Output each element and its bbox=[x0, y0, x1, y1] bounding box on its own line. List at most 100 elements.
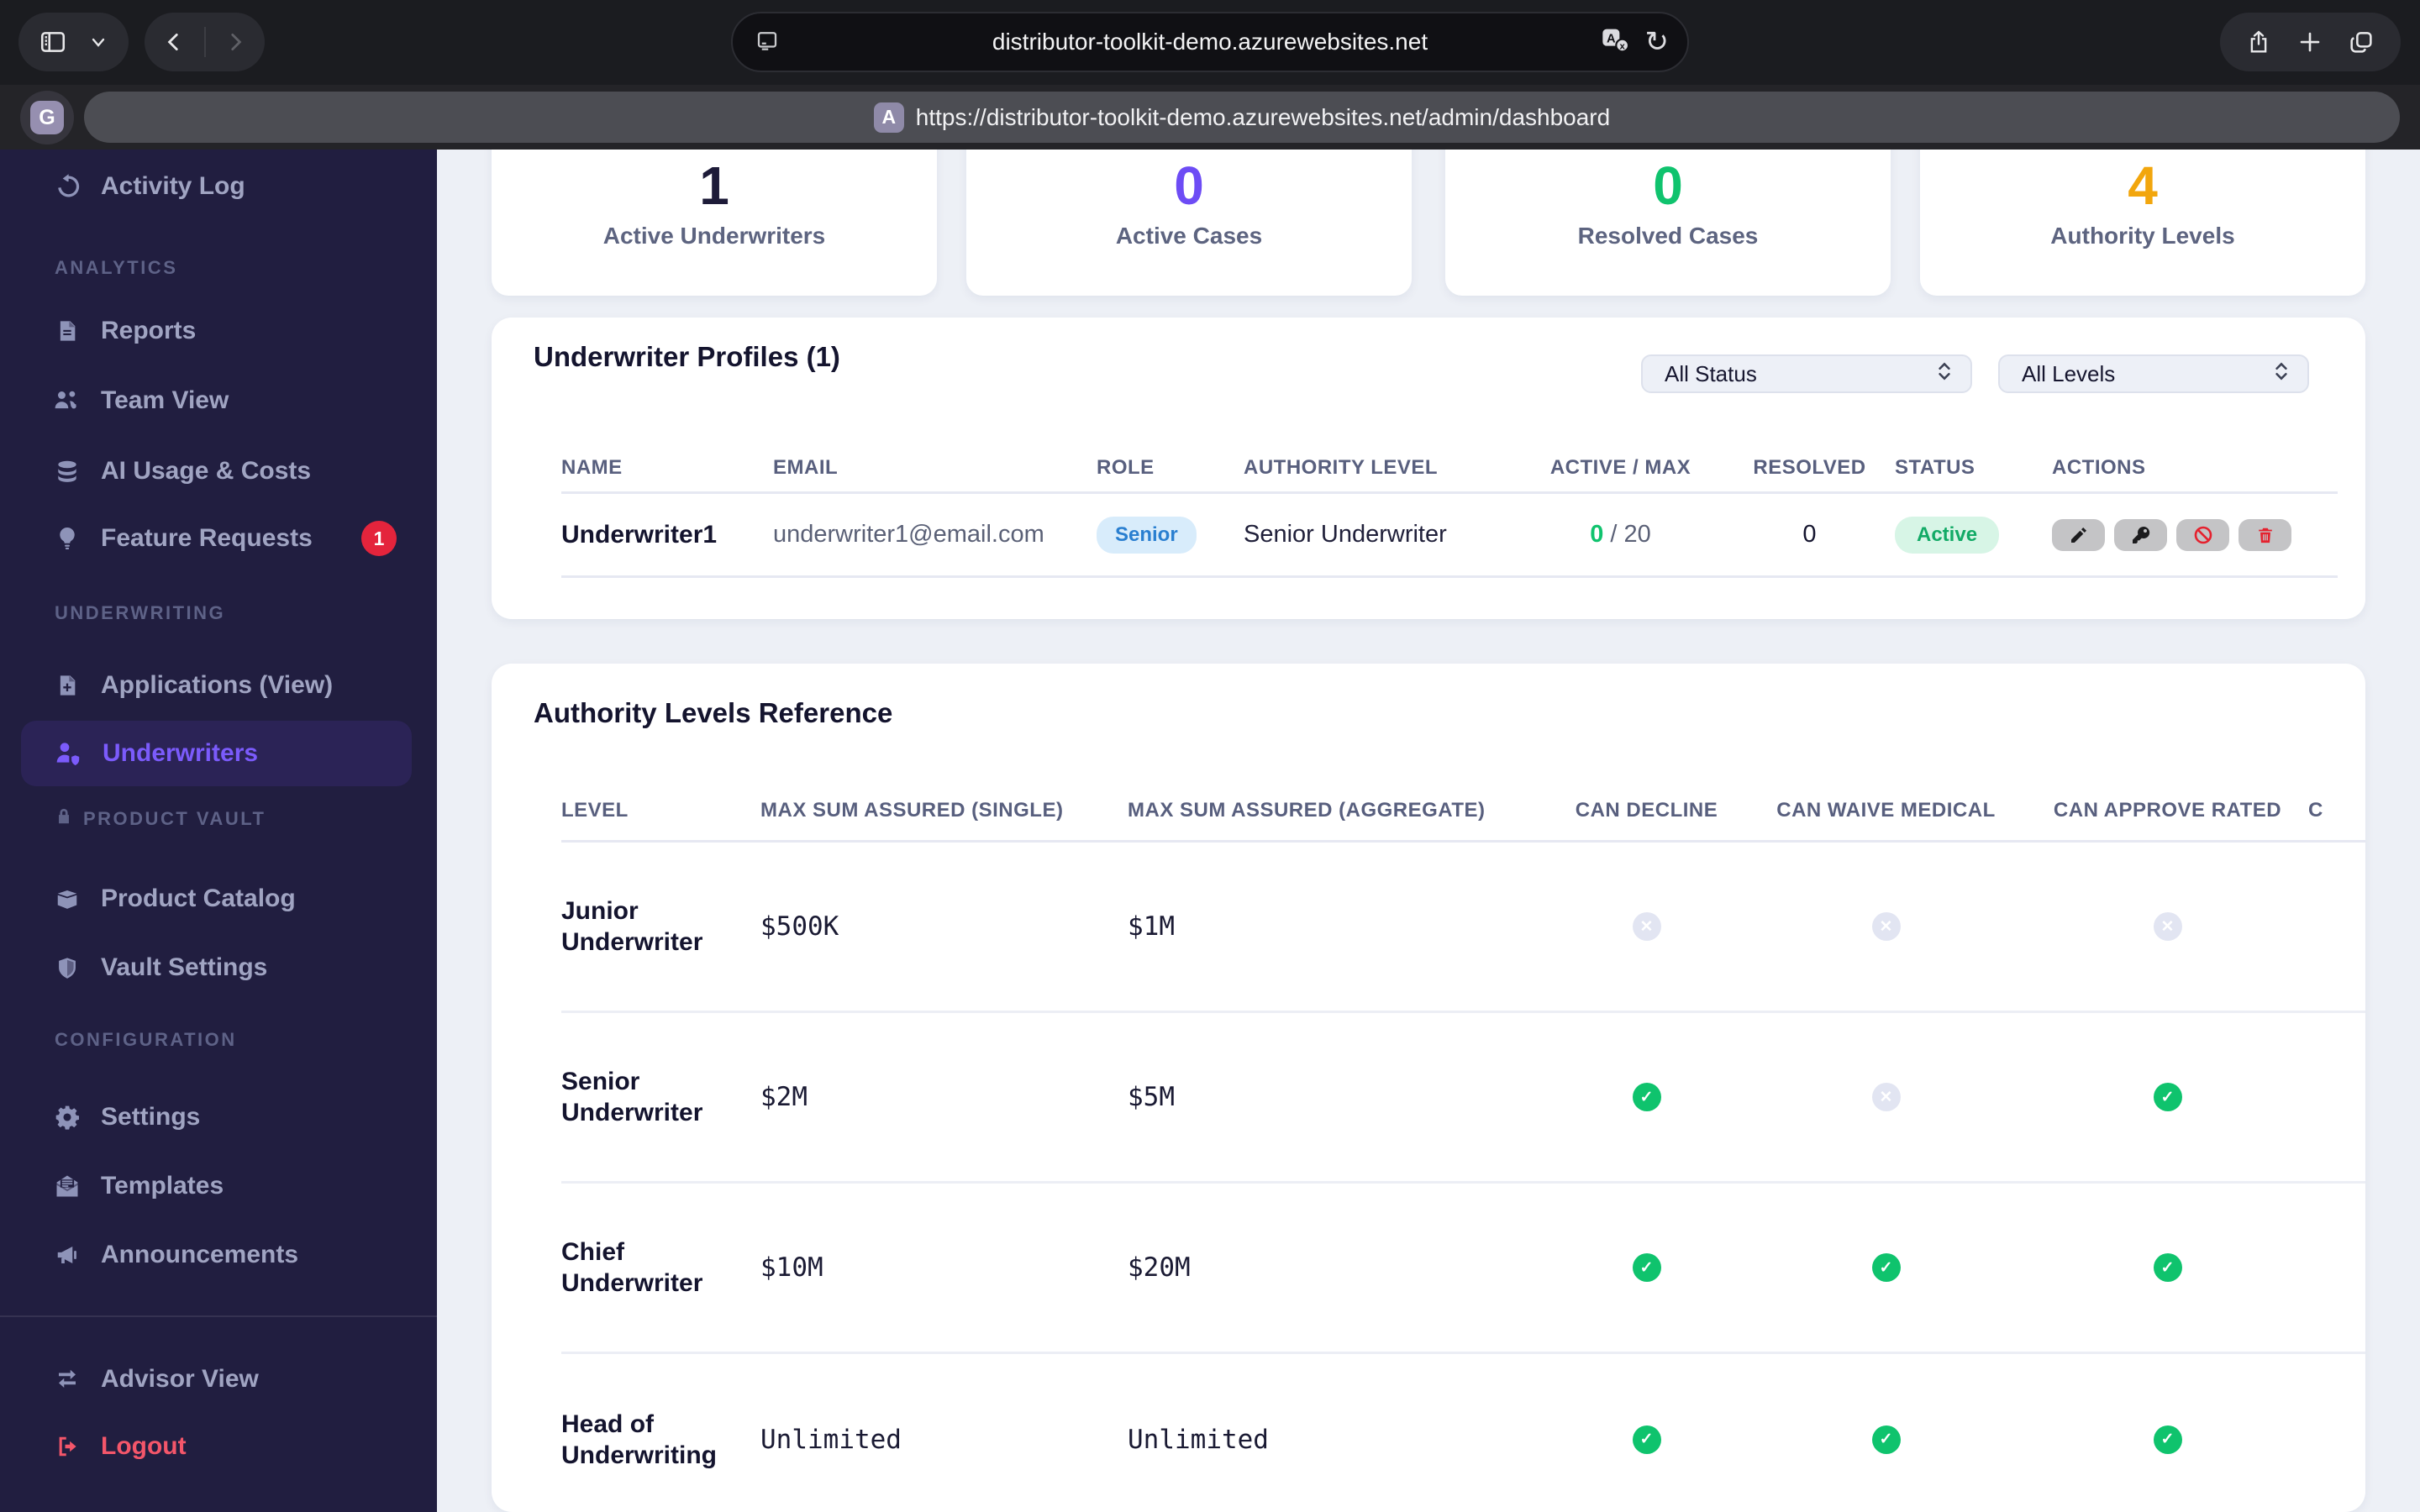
sidebar-heading-configuration: CONFIGURATION bbox=[55, 1029, 237, 1050]
can-approve-rated-indicator: ✓ bbox=[2153, 1253, 2182, 1282]
tab-overview-icon[interactable] bbox=[2348, 29, 2375, 55]
profile-badge[interactable]: G bbox=[20, 91, 74, 144]
can-waive-medical-indicator: ✓ bbox=[1871, 1253, 1901, 1282]
sidebar-item-advisor-view[interactable]: Advisor View bbox=[0, 1354, 437, 1404]
col-authority-level: AUTHORITY LEVEL bbox=[1244, 455, 1439, 479]
max-aggregate-value: $1M bbox=[1128, 911, 1175, 942]
table-row: Chief Underwriter $10M $20M ✓ ✓ ✓ bbox=[561, 1184, 2365, 1354]
address-url: https://distributor-toolkit-demo.azurewe… bbox=[915, 103, 1611, 130]
sidebar-toggle-icon[interactable] bbox=[39, 28, 67, 56]
sidebar-item-product-catalog[interactable]: Product Catalog bbox=[0, 874, 437, 924]
table-row: Head of Underwriting Unlimited Unlimited… bbox=[561, 1354, 2365, 1512]
underwriter-profiles-panel: Underwriter Profiles (1) All Status All … bbox=[492, 318, 2365, 619]
address-bar-row: G A https://distributor-toolkit-demo.azu… bbox=[0, 85, 2420, 150]
col-can-approve-rated: CAN APPROVE RATED bbox=[2053, 799, 2282, 822]
stat-label: Active Cases bbox=[1115, 223, 1263, 249]
col-can-decline: CAN DECLINE bbox=[1575, 799, 1718, 822]
max-single-value: Unlimited bbox=[760, 1424, 902, 1455]
document-icon bbox=[52, 318, 82, 344]
ban-icon bbox=[2194, 526, 2212, 543]
stat-label: Resolved Cases bbox=[1577, 223, 1759, 249]
stat-label: Authority Levels bbox=[2050, 223, 2235, 249]
file-plus-icon bbox=[52, 672, 82, 699]
team-icon bbox=[52, 387, 82, 414]
suspend-button[interactable] bbox=[2176, 518, 2229, 551]
authority-levels-table: LEVEL MAX SUM ASSURED (SINGLE) MAX SUM A… bbox=[561, 781, 2365, 1512]
coins-icon bbox=[52, 458, 82, 485]
col-max-aggregate: MAX SUM ASSURED (AGGREGATE) bbox=[1128, 799, 1486, 822]
col-email: EMAIL bbox=[773, 455, 839, 479]
new-tab-icon[interactable] bbox=[2297, 29, 2323, 55]
window-actions-group bbox=[2220, 13, 2401, 71]
sidebar-item-templates[interactable]: Templates bbox=[0, 1161, 437, 1211]
active-max-value: 0 / 20 bbox=[1590, 521, 1651, 548]
col-truncated: C bbox=[2308, 799, 2323, 822]
profile-badge-letter: G bbox=[30, 101, 64, 134]
authority-levels-panel: Authority Levels Reference LEVEL MAX SUM… bbox=[492, 664, 2365, 1512]
back-icon[interactable] bbox=[163, 29, 185, 55]
col-role: ROLE bbox=[1097, 455, 1155, 479]
can-decline-indicator: ✕ bbox=[1632, 912, 1661, 941]
sidebar-item-applications[interactable]: Applications (View) bbox=[0, 660, 437, 711]
can-approve-rated-indicator: ✕ bbox=[2153, 912, 2182, 941]
sidebar-item-activity-log[interactable]: Activity Log bbox=[0, 161, 437, 212]
panel-title: Authority Levels Reference bbox=[534, 697, 893, 728]
chevron-down-icon[interactable] bbox=[88, 32, 108, 52]
sidebar-item-feature-requests[interactable]: Feature Requests 1 bbox=[0, 513, 437, 564]
table-row: Junior Underwriter $500K $1M ✕ ✕ ✕ bbox=[561, 843, 2365, 1013]
status-badge: Active bbox=[1895, 516, 2000, 554]
levels-filter-select[interactable]: All Levels bbox=[1998, 354, 2309, 393]
sidebar-heading-underwriting: UNDERWRITING bbox=[55, 602, 226, 623]
shield-icon bbox=[52, 954, 82, 981]
panel-title: Underwriter Profiles (1) bbox=[534, 341, 840, 372]
sidebar-divider bbox=[0, 1315, 437, 1317]
status-filter-select[interactable]: All Status bbox=[1641, 354, 1972, 393]
level-name: Senior Underwriter bbox=[561, 1068, 703, 1126]
tab-url: distributor-toolkit-demo.azurewebsites.n… bbox=[992, 29, 1428, 55]
svg-text:x: x bbox=[1619, 41, 1625, 51]
can-decline-indicator: ✓ bbox=[1632, 1253, 1661, 1282]
can-waive-medical-indicator: ✕ bbox=[1871, 912, 1901, 941]
level-name: Head of Underwriting bbox=[561, 1410, 717, 1469]
gear-icon bbox=[52, 1104, 82, 1131]
address-bar[interactable]: A https://distributor-toolkit-demo.azure… bbox=[84, 92, 2400, 143]
sidebar: Activity Log ANALYTICS Reports Team View… bbox=[0, 150, 437, 1512]
sidebar-item-settings[interactable]: Settings bbox=[0, 1092, 437, 1142]
sidebar-item-team-view[interactable]: Team View bbox=[0, 375, 437, 426]
user-shield-icon bbox=[52, 740, 84, 767]
can-approve-rated-indicator: ✓ bbox=[2153, 1425, 2182, 1454]
sidebar-item-announcements[interactable]: Announcements bbox=[0, 1230, 437, 1280]
pencil-icon bbox=[2070, 527, 2086, 543]
forward-icon[interactable] bbox=[224, 29, 246, 55]
max-single-value: $500K bbox=[760, 911, 839, 942]
megaphone-icon bbox=[52, 1242, 82, 1268]
can-decline-indicator: ✓ bbox=[1632, 1425, 1661, 1454]
active-tab[interactable]: distributor-toolkit-demo.azurewebsites.n… bbox=[731, 12, 1689, 72]
stat-value: 0 bbox=[1653, 155, 1683, 216]
reload-icon[interactable]: ↻ bbox=[1645, 28, 1670, 56]
table-row: Underwriter1 underwriter1@email.com Seni… bbox=[561, 494, 2338, 578]
sidebar-item-vault-settings[interactable]: Vault Settings bbox=[0, 942, 437, 993]
sidebar-item-reports[interactable]: Reports bbox=[0, 306, 437, 356]
stat-value: 0 bbox=[1174, 155, 1204, 216]
underwriters-table: NAME EMAIL ROLE AUTHORITY LEVEL ACTIVE /… bbox=[561, 444, 2338, 578]
table-header-row: LEVEL MAX SUM ASSURED (SINGLE) MAX SUM A… bbox=[561, 781, 2365, 843]
reset-password-button[interactable] bbox=[2114, 518, 2167, 551]
table-header-row: NAME EMAIL ROLE AUTHORITY LEVEL ACTIVE /… bbox=[561, 444, 2338, 494]
history-icon bbox=[52, 173, 82, 200]
col-name: NAME bbox=[561, 455, 623, 479]
sidebar-item-underwriters[interactable]: Underwriters bbox=[21, 721, 412, 786]
max-single-value: $10M bbox=[760, 1252, 823, 1283]
col-level: LEVEL bbox=[561, 799, 629, 822]
sidebar-item-logout[interactable]: Logout bbox=[0, 1421, 437, 1472]
can-waive-medical-indicator: ✕ bbox=[1871, 1083, 1901, 1111]
delete-button[interactable] bbox=[2238, 518, 2291, 551]
edit-button[interactable] bbox=[2052, 518, 2105, 551]
svg-text:A: A bbox=[1607, 32, 1616, 45]
underwriter-email: underwriter1@email.com bbox=[773, 521, 1044, 548]
box-icon bbox=[52, 886, 82, 911]
share-icon[interactable] bbox=[2246, 29, 2271, 55]
level-name: Chief Underwriter bbox=[561, 1238, 703, 1297]
sidebar-item-ai-usage[interactable]: AI Usage & Costs bbox=[0, 446, 437, 496]
translate-icon[interactable]: Ax bbox=[1600, 27, 1630, 58]
